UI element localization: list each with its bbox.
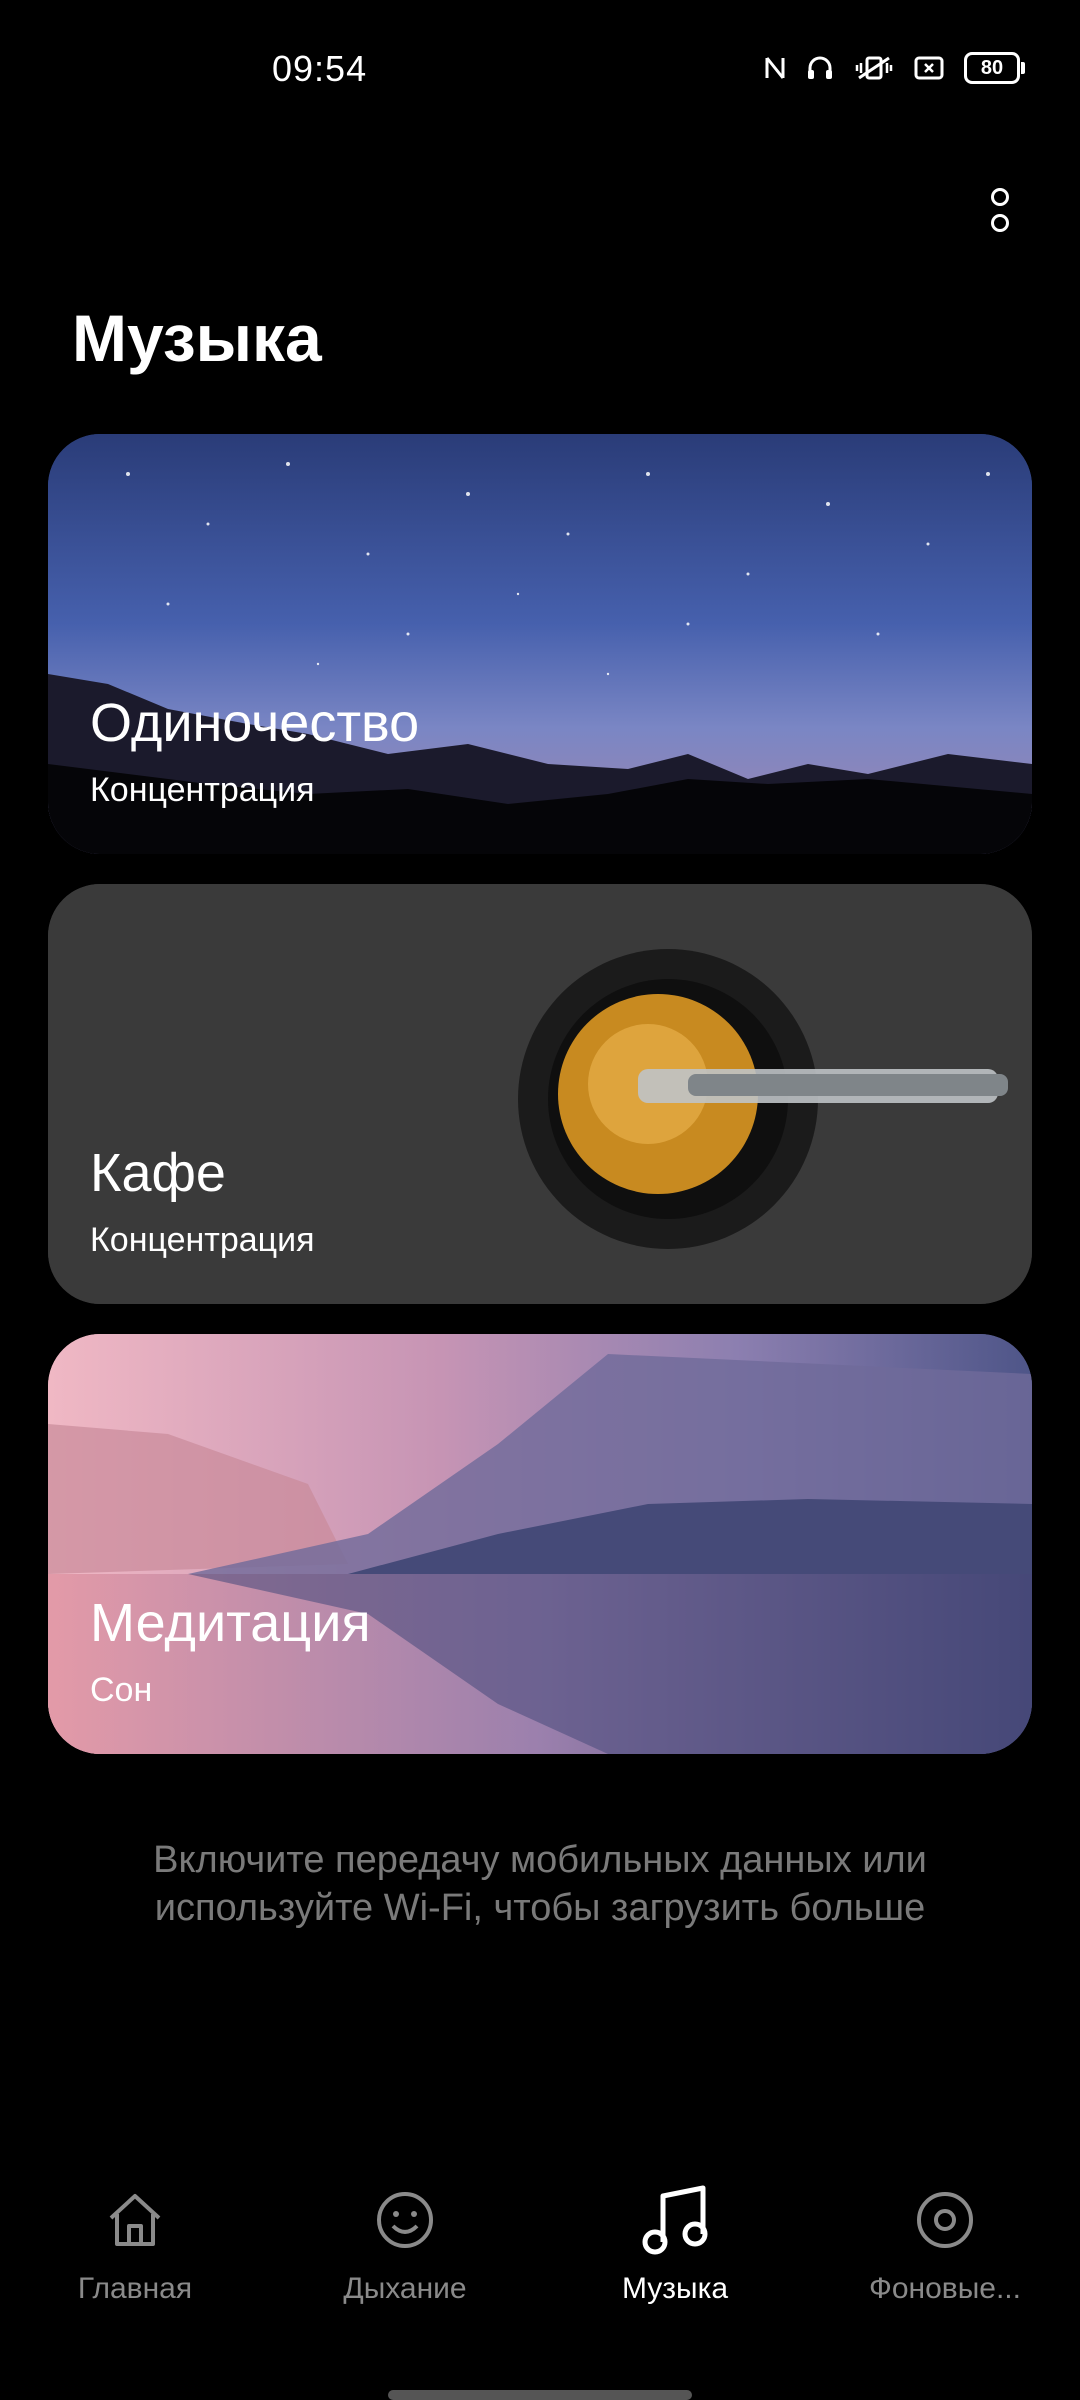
music-card-loneliness[interactable]: Одиночество Концентрация — [48, 434, 1032, 854]
card-subtitle: Сон — [90, 1671, 153, 1709]
vibrate-icon — [854, 55, 894, 81]
home-icon — [103, 2180, 167, 2260]
nav-label: Музыка — [621, 2272, 729, 2305]
status-icons: 80 — [764, 52, 1025, 84]
nav-item-music[interactable]: Музыка — [540, 2180, 810, 2320]
nav-label: Фоновые... — [869, 2272, 1021, 2305]
battery-icon: 80 — [964, 52, 1025, 84]
download-info-message: Включите передачу мобильных данных или и… — [0, 1836, 1080, 1932]
music-card-cafe[interactable]: Кафе Концентрация — [48, 884, 1032, 1304]
nav-item-home[interactable]: Главная — [0, 2180, 270, 2320]
headphones-icon — [806, 55, 834, 81]
nav-label: Главная — [77, 2272, 193, 2305]
info-line-2: используйте Wi-Fi, чтобы загрузить больш… — [154, 1887, 926, 1929]
status-bar: 09:54 80 — [0, 0, 1080, 140]
status-time: 09:54 — [272, 48, 368, 89]
disc-icon — [913, 2180, 977, 2260]
info-line-1: Включите передачу мобильных данных или — [153, 1839, 927, 1881]
music-card-meditation[interactable]: Медитация Сон — [48, 1334, 1032, 1754]
card-subtitle: Концентрация — [90, 771, 315, 809]
smile-icon — [373, 2180, 437, 2260]
nfc-icon — [764, 55, 786, 81]
misty-lake-image — [48, 1334, 1032, 1754]
card-title: Медитация — [90, 1593, 371, 1653]
home-indicator[interactable] — [388, 2390, 692, 2400]
more-vertical-icon-dot — [991, 214, 1009, 232]
screen-record-icon — [914, 56, 944, 80]
more-options-button[interactable] — [976, 175, 1024, 245]
card-title: Кафе — [90, 1143, 226, 1203]
card-title: Одиночество — [90, 693, 420, 753]
nav-item-breathing[interactable]: Дыхание — [270, 2180, 540, 2320]
nav-item-background-sounds[interactable]: Фоновые... — [810, 2180, 1080, 2320]
bottom-navigation: Главная Дыхание Музыка Фоновые... — [0, 2180, 1080, 2320]
nav-label: Дыхание — [343, 2272, 467, 2305]
card-subtitle: Концентрация — [90, 1221, 315, 1259]
more-vertical-icon — [991, 188, 1009, 206]
music-note-icon — [635, 2180, 715, 2260]
page-title: Музыка — [72, 301, 322, 375]
